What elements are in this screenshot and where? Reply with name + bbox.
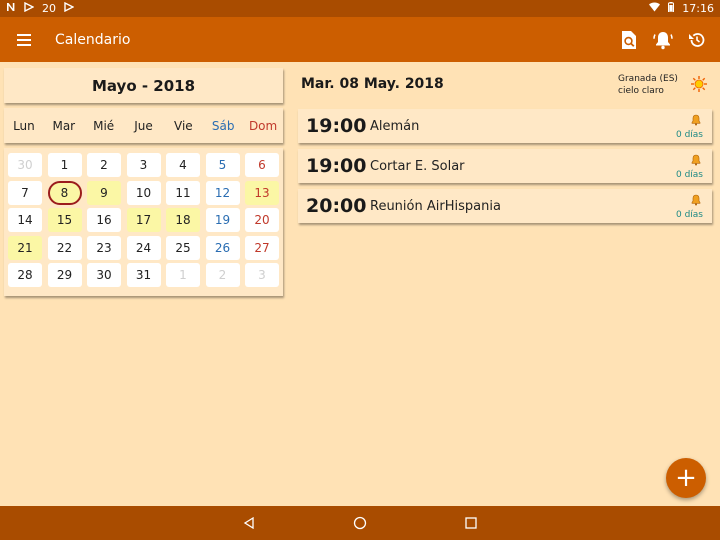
wifi-icon [649,2,661,15]
calendar-day[interactable]: 7 [8,180,42,205]
weather-condition: cielo claro [618,86,664,96]
calendar-day[interactable]: 17 [126,208,161,232]
calendar-day[interactable]: 6 [245,153,279,177]
bell-icon[interactable] [652,29,674,51]
calendar-day[interactable]: 3 [245,263,279,287]
back-icon[interactable] [241,515,257,531]
recents-icon[interactable] [463,515,479,531]
home-icon[interactable] [352,515,368,531]
event-title: Reunión AirHispania [370,198,501,214]
reminder-bell-icon [690,191,702,206]
notification-count: 20 [42,2,56,15]
weekday-sun: Dom [248,118,278,133]
calendar-day[interactable]: 2 [205,263,240,287]
calendar-day[interactable]: 23 [87,235,121,260]
event-title: Cortar E. Solar [370,158,465,174]
calendar-day[interactable]: 29 [47,263,82,287]
weekday-wed: Mié [93,118,115,133]
weekday-fri: Vie [174,118,193,133]
calendar-day[interactable]: 13 [245,180,279,205]
battery-icon [668,2,675,15]
calendar-day[interactable]: 1 [47,153,82,177]
calendar-week: 30 1 2 3 4 5 6 [8,153,279,177]
calendar-day[interactable]: 18 [166,208,200,232]
event-card[interactable]: 20:00 Reunión AirHispania 0 días [298,189,712,223]
n-notification-icon [6,2,16,15]
calendar-day-selected[interactable]: 8 [47,180,82,205]
calendar-day[interactable]: 31 [126,263,161,287]
calendar-day[interactable]: 24 [126,235,161,260]
calendar-day[interactable]: 1 [166,263,200,287]
calendar-day[interactable]: 28 [8,263,42,287]
calendar-day[interactable]: 26 [205,235,240,260]
app-title: Calendario [55,31,131,48]
calendar-day[interactable]: 10 [126,180,161,205]
calendar-day[interactable]: 4 [166,153,200,177]
calendar-day[interactable]: 2 [87,153,121,177]
calendar-day[interactable]: 19 [205,208,240,232]
calendar-day[interactable]: 3 [126,153,161,177]
weekday-mon: Lun [13,118,35,133]
calendar-day[interactable]: 20 [245,208,279,232]
status-bar: 20 17:16 [0,0,720,17]
search-icon[interactable] [618,29,640,51]
calendar-day[interactable]: 14 [8,208,42,232]
calendar-day[interactable]: 12 [205,180,240,205]
calendar-week: 28 29 30 31 1 2 3 [8,263,279,287]
event-time: 19:00 [306,115,367,137]
add-event-button[interactable]: + [666,458,706,498]
weather-info: Granada (ES) cielo claro [618,73,678,97]
menu-icon[interactable] [17,30,45,50]
event-card[interactable]: 19:00 Cortar E. Solar 0 días [298,149,712,183]
calendar-day[interactable]: 22 [47,235,82,260]
calendar-day[interactable]: 30 [87,263,121,287]
navigation-bar [0,506,720,540]
weekday-thu: Jue [134,118,153,133]
calendar-day[interactable]: 15 [47,208,82,232]
event-card[interactable]: 19:00 Alemán 0 días [298,109,712,143]
event-time: 20:00 [306,195,367,217]
event-reminder: 0 días [675,170,703,180]
sun-icon [690,75,708,93]
calendar-day[interactable]: 30 [8,153,42,177]
clock: 17:16 [682,2,714,15]
selected-date-title: Mar. 08 May. 2018 [301,76,444,92]
calendar-day[interactable]: 9 [87,180,121,205]
play-notification-icon-2 [64,1,75,15]
weekday-tue: Mar [52,118,76,133]
event-title: Alemán [370,118,420,134]
month-header[interactable]: Mayo - 2018 [4,68,283,103]
sync-icon[interactable] [686,29,708,51]
calendar-day[interactable]: 11 [166,180,200,205]
app-bar: Calendario [0,17,720,62]
calendar-day[interactable]: 21 [8,235,42,260]
calendar-week: 7 8 9 10 11 12 13 [8,180,279,205]
reminder-bell-icon [690,111,702,126]
calendar-grid: 30 1 2 3 4 5 6 7 8 9 10 11 12 13 14 15 1… [4,148,283,296]
calendar-day[interactable]: 25 [166,235,200,260]
weekday-header: Lun Mar Mié Jue Vie Sáb Dom [4,108,283,143]
weekday-sat: Sáb [211,118,235,133]
play-notification-icon [24,1,35,15]
calendar-week: 21 22 23 24 25 26 27 [8,235,279,260]
calendar-day[interactable]: 5 [205,153,240,177]
calendar-week: 14 15 16 17 18 19 20 [8,208,279,232]
weather-location: Granada (ES) [618,74,678,84]
calendar-day[interactable]: 27 [245,235,279,260]
reminder-bell-icon [690,151,702,166]
calendar-day[interactable]: 16 [87,208,121,232]
event-time: 19:00 [306,155,367,177]
event-reminder: 0 días [675,130,703,140]
event-reminder: 0 días [675,210,703,220]
